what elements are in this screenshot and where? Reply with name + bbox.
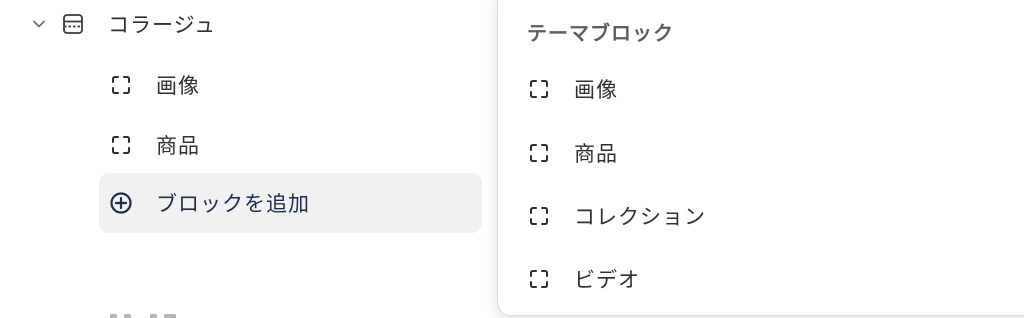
popover-item-video[interactable]: ビデオ [528,259,640,299]
block-frame-icon [528,268,550,290]
popover-item-label: ビデオ [574,268,640,292]
tree-item-image[interactable]: 画像 [110,67,200,103]
add-block-label: ブロックを追加 [156,192,310,216]
tree-item-collage[interactable]: コラージュ [30,6,216,42]
chevron-down-icon[interactable] [30,15,48,33]
editor-panel: コラージュ 画像 商品 ブロックを追加 テーマブロック 画像 商品 コレクション… [0,0,1024,318]
tree-item-label: 商品 [156,134,200,158]
tree-item-partial [110,306,200,318]
block-frame-icon [528,205,550,227]
collage-layout-icon [62,13,84,35]
block-frame-icon [528,78,550,100]
tree-item-label: コラージュ [108,13,217,37]
tree-item-label: 画像 [156,74,200,98]
popover-item-label: コレクション [574,205,706,229]
plus-circle-icon [109,191,133,215]
block-frame-icon [110,134,132,156]
tree-item-product[interactable]: 商品 [110,127,200,163]
popover-item-label: 画像 [574,78,618,102]
block-frame-icon [110,74,132,96]
popover-title: テーマブロック [527,21,674,45]
theme-block-popover: テーマブロック 画像 商品 コレクション ビデオ [497,0,1024,316]
popover-item-product[interactable]: 商品 [528,133,618,173]
add-block-button[interactable]: ブロックを追加 [99,173,482,233]
popover-item-collection[interactable]: コレクション [528,196,706,236]
popover-item-label: 商品 [574,142,618,166]
popover-item-image[interactable]: 画像 [528,69,618,109]
block-frame-icon [528,142,550,164]
